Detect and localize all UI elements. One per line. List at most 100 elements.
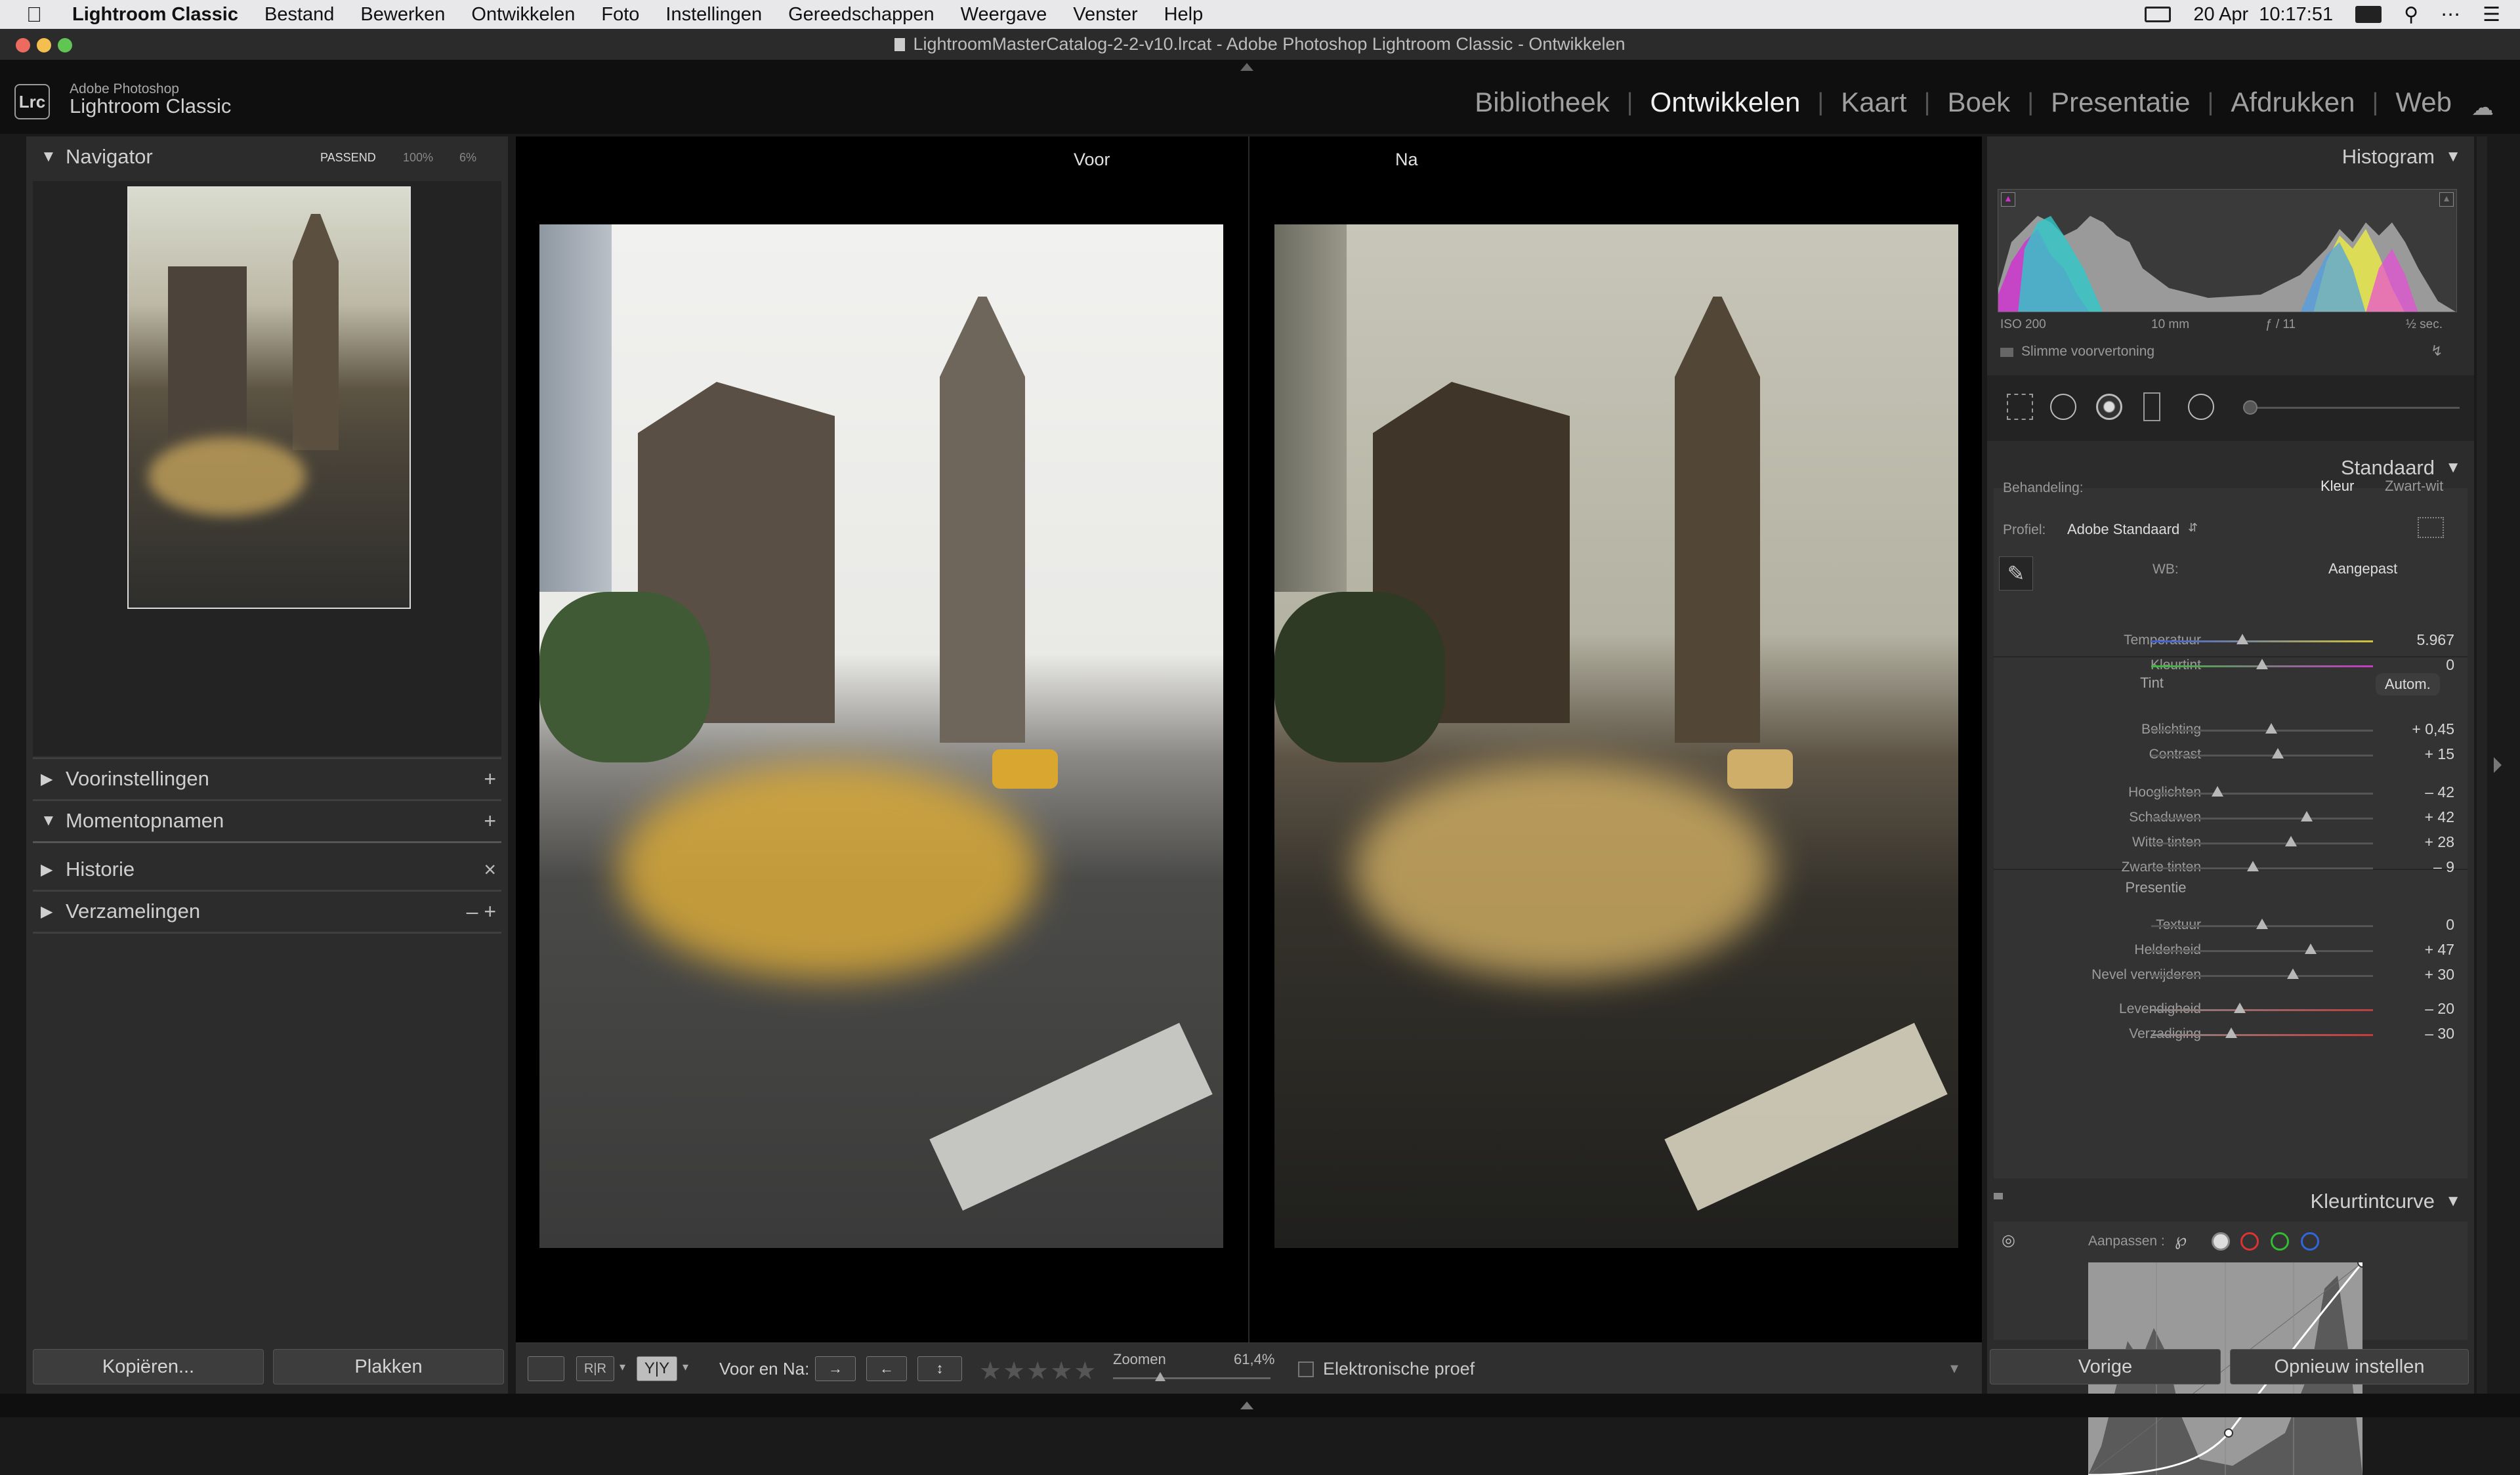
navigator-thumbnail[interactable] xyxy=(127,186,411,609)
collapse-triangle-icon[interactable]: ▼ xyxy=(41,812,56,830)
menu-app-name[interactable]: Lightroom Classic xyxy=(72,4,238,26)
module-kaart[interactable]: Kaart xyxy=(1841,87,1906,118)
soft-proof-label[interactable]: Elektronische proef xyxy=(1323,1359,1475,1379)
slider-thumb[interactable] xyxy=(2256,659,2268,669)
slider-thumb[interactable] xyxy=(2236,634,2248,644)
slider-track[interactable] xyxy=(2151,950,2373,952)
slider-thumb[interactable] xyxy=(2271,748,2284,758)
zoom-window-button[interactable] xyxy=(58,38,72,52)
slider-track[interactable] xyxy=(2151,1009,2373,1011)
soft-proof-checkbox[interactable] xyxy=(1298,1361,1314,1377)
previous-button[interactable]: Vorige xyxy=(1990,1349,2221,1384)
tone-curve-header[interactable]: Kleurtintcurve ▼ xyxy=(1987,1181,2474,1222)
point-curve-red-icon[interactable] xyxy=(2240,1232,2259,1251)
collapse-triangle-icon[interactable]: ▼ xyxy=(41,148,56,166)
history-header[interactable]: ▶ Historie × xyxy=(26,849,508,890)
zoom-slider-thumb[interactable] xyxy=(1155,1372,1166,1381)
cloud-sync-icon[interactable]: ☁ xyxy=(2471,94,2494,121)
slider-value[interactable]: 0 xyxy=(2446,916,2454,934)
split-dropdown-icon[interactable]: ▾ xyxy=(682,1360,688,1374)
slider-row[interactable]: Textuur0 xyxy=(1987,913,2474,938)
menu-bewerken[interactable]: Bewerken xyxy=(360,4,445,26)
redeye-tool-icon[interactable] xyxy=(2096,394,2122,420)
slider-value[interactable]: + 0,45 xyxy=(2412,720,2454,738)
view-mode-dropdown-icon[interactable]: ▾ xyxy=(620,1360,625,1374)
slider-thumb[interactable] xyxy=(2247,861,2259,871)
after-photo[interactable] xyxy=(1274,224,1958,1248)
slider-track[interactable] xyxy=(2151,640,2373,642)
shadow-clipping-icon[interactable]: ▲ xyxy=(2001,192,2015,207)
slider-row[interactable]: Belichting+ 0,45 xyxy=(1987,718,2474,743)
wb-dropdown[interactable]: Aangepast xyxy=(2328,560,2397,577)
copy-before-to-after-button[interactable]: → xyxy=(815,1356,856,1381)
collapse-triangle-icon[interactable]: ▼ xyxy=(2445,148,2461,166)
paste-settings-button[interactable]: Plakken xyxy=(273,1349,504,1384)
slider-thumb[interactable] xyxy=(2300,811,2313,821)
module-presentatie[interactable]: Presentatie xyxy=(2051,87,2190,118)
brush-size-slider[interactable] xyxy=(2243,407,2460,409)
treatment-color-option[interactable]: Kleur xyxy=(2320,478,2354,495)
profile-dropdown[interactable]: Adobe Standaard xyxy=(2067,521,2179,538)
expand-triangle-icon[interactable]: ▶ xyxy=(41,860,52,879)
slider-track[interactable] xyxy=(2151,730,2373,732)
expand-triangle-icon[interactable]: ▶ xyxy=(41,770,52,789)
close-window-button[interactable] xyxy=(16,38,30,52)
slider-value[interactable]: 5.967 xyxy=(2416,631,2454,649)
keyboard-icon[interactable] xyxy=(2355,6,2382,23)
slider-value[interactable]: + 47 xyxy=(2425,941,2454,959)
radial-filter-icon[interactable] xyxy=(2188,394,2214,420)
right-panel-toggle-icon[interactable] xyxy=(2494,757,2502,773)
before-photo[interactable] xyxy=(539,224,1223,1248)
slider-row[interactable]: Hooglichten– 42 xyxy=(1987,781,2474,806)
profile-dropdown-arrows-icon[interactable]: ⇵ xyxy=(2188,521,2198,535)
slider-row[interactable]: Temperatuur5.967 xyxy=(1987,629,2474,654)
expand-triangle-icon[interactable]: ▶ xyxy=(41,902,52,921)
slider-value[interactable]: + 42 xyxy=(2425,808,2454,826)
slider-row[interactable]: Nevel verwijderen + 30 xyxy=(1987,963,2474,988)
slider-track[interactable] xyxy=(2151,793,2373,795)
slider-track[interactable] xyxy=(2151,867,2373,869)
before-after-lr-button[interactable]: R|R xyxy=(576,1356,614,1381)
slider-row[interactable]: Kleurtint0 xyxy=(1987,654,2474,678)
histogram-header[interactable]: Histogram ▼ xyxy=(1987,136,2474,177)
module-afdrukken[interactable]: Afdrukken xyxy=(2231,87,2355,118)
navigator-header[interactable]: ▼ Navigator PASSEND 100% 6% xyxy=(26,136,508,177)
slider-track[interactable] xyxy=(2151,1034,2373,1036)
slider-row[interactable]: Zwarte tinten– 9 xyxy=(1987,856,2474,881)
module-ontwikkelen[interactable]: Ontwikkelen xyxy=(1650,87,1801,118)
zoom-100-option[interactable]: 100% xyxy=(403,151,433,165)
menu-instellingen[interactable]: Instellingen xyxy=(665,4,762,26)
treatment-bw-option[interactable]: Zwart-wit xyxy=(2385,478,2443,495)
display-icon[interactable] xyxy=(2145,7,2172,22)
slider-thumb[interactable] xyxy=(2212,786,2224,797)
point-curve-white-icon[interactable] xyxy=(2212,1232,2230,1251)
highlight-clipping-icon[interactable]: ▲ xyxy=(2439,192,2454,207)
profile-browser-icon[interactable] xyxy=(2418,517,2444,538)
menu-foto[interactable]: Foto xyxy=(601,4,639,26)
slider-row[interactable]: Schaduwen+ 42 xyxy=(1987,806,2474,831)
slider-value[interactable]: + 15 xyxy=(2425,745,2454,763)
copy-after-to-before-button[interactable]: ← xyxy=(866,1356,907,1381)
module-boek[interactable]: Boek xyxy=(1947,87,2010,118)
slider-value[interactable]: + 30 xyxy=(2425,966,2454,984)
slider-value[interactable]: – 20 xyxy=(2425,1000,2454,1018)
copy-settings-button[interactable]: Kopiëren... xyxy=(33,1349,264,1384)
slider-value[interactable]: – 42 xyxy=(2425,783,2454,801)
zoom-fit-option[interactable]: PASSEND xyxy=(320,151,376,165)
zoom-slider-track[interactable] xyxy=(1113,1377,1270,1379)
spot-removal-tool-icon[interactable] xyxy=(2050,394,2076,420)
reset-button[interactable]: Opnieuw instellen xyxy=(2230,1349,2469,1384)
graduated-filter-icon[interactable] xyxy=(2143,392,2160,421)
crop-tool-icon[interactable] xyxy=(2007,394,2033,420)
slider-thumb[interactable] xyxy=(2305,944,2317,954)
panel-switch-icon[interactable] xyxy=(1994,1193,2003,1199)
menu-venster[interactable]: Venster xyxy=(1073,4,1137,26)
slider-thumb[interactable] xyxy=(2225,1028,2237,1038)
slider-track[interactable] xyxy=(2151,975,2373,977)
parametric-curve-icon[interactable]: ℘ xyxy=(2175,1230,2187,1250)
histogram[interactable]: ▲ ▲ xyxy=(1998,189,2457,312)
brush-size-thumb[interactable] xyxy=(2243,400,2258,415)
add-preset-icon[interactable]: + xyxy=(484,767,496,791)
slider-row[interactable]: Verzadiging– 30 xyxy=(1987,1022,2474,1047)
collections-header[interactable]: ▶ Verzamelingen – + xyxy=(26,891,508,932)
